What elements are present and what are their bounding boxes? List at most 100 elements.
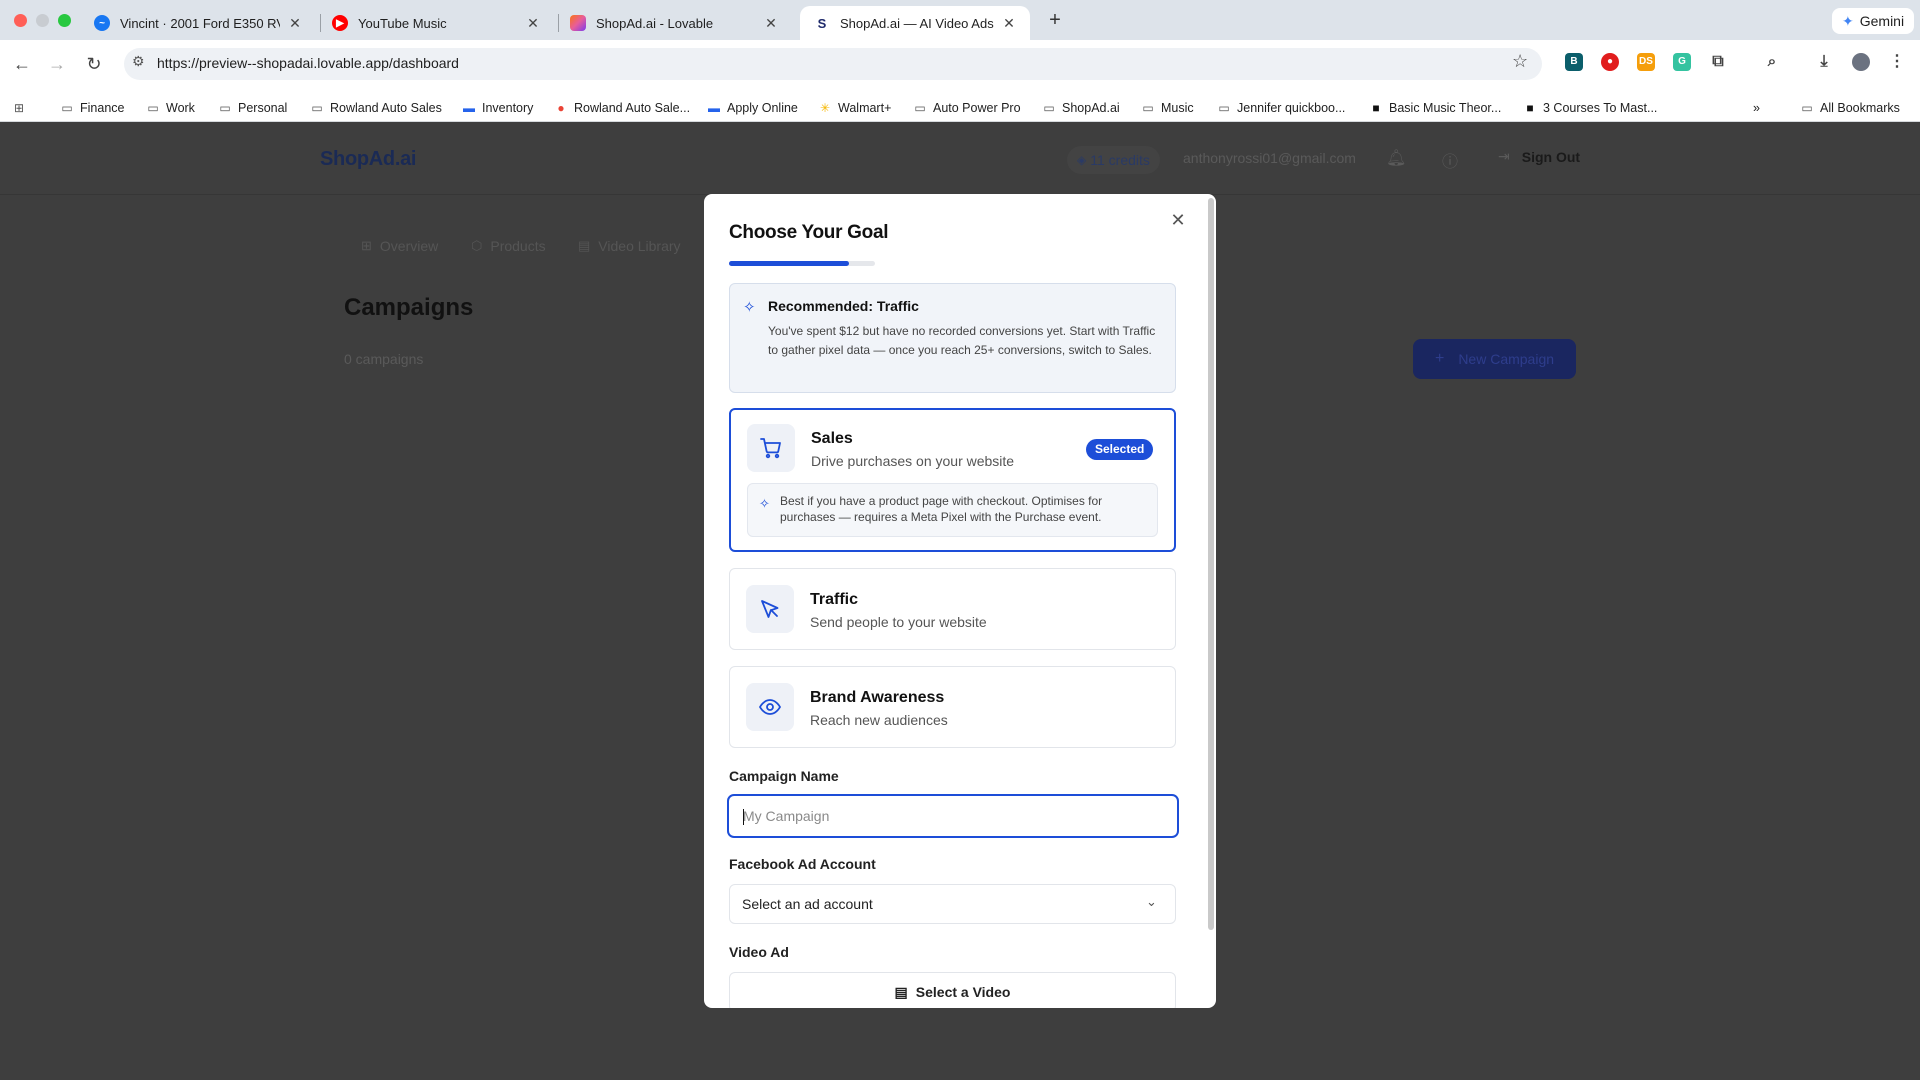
gemini-sparkle-icon: ✦	[1842, 12, 1854, 29]
extension-b-icon[interactable]: B	[1565, 53, 1583, 71]
video-ad-label: Video Ad	[729, 944, 789, 960]
app-logo[interactable]: ShopAd.ai	[320, 148, 416, 171]
bookmark-walmart[interactable]: ✳ Walmart+	[818, 96, 891, 120]
campaign-name-label: Campaign Name	[729, 768, 839, 784]
bookmark-auto-power-pro[interactable]: ▭ Auto Power Pro	[913, 96, 1020, 120]
campaign-name-input[interactable]	[729, 796, 1177, 836]
bookmark-personal[interactable]: ▭ Personal	[218, 96, 287, 120]
goal-name: Sales	[811, 430, 853, 447]
bookmark-music-theory[interactable]: ■ Basic Music Theor...	[1369, 96, 1501, 120]
browser-tab-strip: ~ Vincint · 2001 Ford E350 RV v ✕ ▶ YouT…	[0, 0, 1920, 40]
bookmark-inventory[interactable]: ▬ Inventory	[462, 96, 533, 120]
site-icon: ■	[1372, 101, 1380, 115]
folder-icon: ▭	[1218, 101, 1230, 115]
user-email: anthonyrossi01@gmail.com	[1183, 150, 1356, 166]
extension-grammar-icon[interactable]: G	[1673, 53, 1691, 71]
goal-description: Reach new audiences	[810, 712, 948, 728]
messenger-icon: ~	[94, 15, 110, 31]
dialog-scrollbar[interactable]	[1208, 198, 1214, 930]
close-tab-icon[interactable]: ✕	[524, 15, 542, 32]
lovable-icon	[570, 15, 586, 31]
bookmark-rowland-auto-sales[interactable]: ▭ Rowland Auto Sales	[310, 96, 442, 120]
close-icon[interactable]: ✕	[1168, 210, 1188, 230]
choose-goal-dialog: Choose Your Goal ✕ ✧ Recommended: Traffi…	[704, 194, 1216, 1008]
minimize-window-button[interactable]	[36, 14, 49, 27]
goal-option-brand-awareness[interactable]: Brand Awareness Reach new audiences	[729, 666, 1176, 748]
all-bookmarks-button[interactable]: ▭ All Bookmarks	[1800, 96, 1900, 120]
close-tab-icon[interactable]: ✕	[286, 15, 304, 32]
sign-out-button[interactable]: ⇥ Sign Out	[1498, 148, 1580, 165]
goal-option-sales[interactable]: Sales Drive purchases on your website Se…	[729, 408, 1176, 552]
profile-avatar[interactable]	[1852, 53, 1870, 71]
selected-badge: Selected	[1086, 439, 1154, 460]
bookmark-rowland-maps[interactable]: ● Rowland Auto Sale...	[554, 96, 690, 120]
gemini-button[interactable]: ✦ Gemini	[1832, 8, 1915, 34]
browser-tab-messenger[interactable]: ~ Vincint · 2001 Ford E350 RV v ✕	[80, 6, 316, 40]
film-icon: ▤	[894, 983, 908, 1000]
car-icon: ▬	[463, 101, 475, 115]
shopping-cart-icon	[747, 424, 795, 472]
plus-icon: +	[1434, 350, 1445, 367]
tab-products[interactable]: ⬡ Products	[471, 238, 546, 254]
recommendation-callout: ✧ Recommended: Traffic You've spent $12 …	[729, 283, 1176, 393]
logout-icon: ⇥	[1498, 148, 1510, 164]
reload-icon[interactable]: ↻	[82, 52, 106, 76]
close-window-button[interactable]	[14, 14, 27, 27]
ad-account-label: Facebook Ad Account	[729, 856, 876, 872]
goal-option-traffic[interactable]: Traffic Send people to your website	[729, 568, 1176, 650]
extensions-puzzle-icon[interactable]: ⧉	[1709, 53, 1727, 71]
tab-overview[interactable]: ⊞ Overview	[361, 238, 438, 254]
close-tab-icon[interactable]: ✕	[762, 15, 780, 32]
tab-video-library[interactable]: ▤ Video Library	[578, 238, 681, 254]
browser-menu-icon[interactable]: ⋮	[1888, 53, 1906, 71]
goal-name: Traffic	[810, 591, 859, 608]
text-caret	[743, 809, 744, 825]
campaign-name-field[interactable]	[727, 794, 1179, 838]
bookmark-apply-online[interactable]: ▬ Apply Online	[707, 96, 798, 120]
bookmark-music[interactable]: ▭ Music	[1141, 96, 1193, 120]
folder-icon: ▭	[311, 101, 323, 115]
ad-account-select[interactable]: Select an ad account ⌄	[729, 884, 1176, 924]
select-video-button[interactable]: ▤ Select a Video	[729, 972, 1176, 1008]
help-icon[interactable]: ⓘ	[1442, 148, 1458, 172]
map-pin-icon: ●	[557, 101, 565, 115]
bookmark-work[interactable]: ▭ Work	[146, 96, 195, 120]
sparkles-icon: ✧	[759, 496, 770, 511]
browser-tab-lovable[interactable]: ShopAd.ai - Lovable ✕	[556, 6, 792, 40]
extension-record-icon[interactable]: ●	[1601, 53, 1619, 71]
tab-search-icon[interactable]: ⌕	[1763, 53, 1781, 71]
ad-account-value: Select an ad account	[742, 896, 873, 912]
grid-icon: ⊞	[361, 238, 372, 253]
site-settings-icon[interactable]: ⚙	[132, 53, 145, 70]
back-arrow-icon[interactable]: ←	[10, 52, 34, 76]
step-progress-fill	[729, 261, 849, 266]
bell-icon[interactable]: 🔔︎	[1386, 148, 1406, 168]
page-title: Campaigns	[344, 294, 474, 321]
new-tab-button[interactable]: +	[1043, 9, 1067, 32]
eye-icon	[746, 683, 794, 731]
bookmark-jennifer[interactable]: ▭ Jennifer quickboo...	[1217, 96, 1345, 120]
credits-badge: ◈ 11 credits	[1067, 146, 1160, 174]
forward-arrow-icon[interactable]: →	[45, 52, 69, 76]
url-text[interactable]: https://preview--shopadai.lovable.app/da…	[157, 55, 459, 71]
package-icon: ⬡	[471, 238, 483, 253]
bookmarks-overflow-button[interactable]: »	[1753, 96, 1760, 120]
close-tab-icon[interactable]: ✕	[1000, 15, 1018, 32]
browser-tab-youtube-music[interactable]: ▶ YouTube Music ✕	[318, 6, 554, 40]
bookmark-shopad[interactable]: ▭ ShopAd.ai	[1042, 96, 1119, 120]
folder-icon: ▭	[1142, 101, 1154, 115]
cursor-pointer-icon	[746, 585, 794, 633]
folder-icon: ▭	[1043, 101, 1055, 115]
bookmark-courses[interactable]: ■ 3 Courses To Mast...	[1523, 96, 1657, 120]
apps-grid-icon[interactable]: ⊞	[12, 96, 32, 120]
browser-tab-shopad-active[interactable]: S ShopAd.ai — AI Video Ads & P ✕	[800, 6, 1030, 40]
download-icon[interactable]: ⤓	[1815, 53, 1833, 71]
goal-description: Drive purchases on your website	[811, 453, 1015, 469]
extension-ds-icon[interactable]: DS	[1637, 53, 1655, 71]
bookmark-finance[interactable]: ▭ Finance	[60, 96, 124, 120]
car-icon: ▬	[708, 101, 720, 115]
bookmark-star-icon[interactable]: ☆	[1512, 51, 1528, 72]
recommendation-body: You've spent $12 but have no recorded co…	[768, 324, 1156, 357]
maximize-window-button[interactable]	[58, 14, 71, 27]
new-campaign-button[interactable]: + New Campaign	[1413, 339, 1576, 379]
